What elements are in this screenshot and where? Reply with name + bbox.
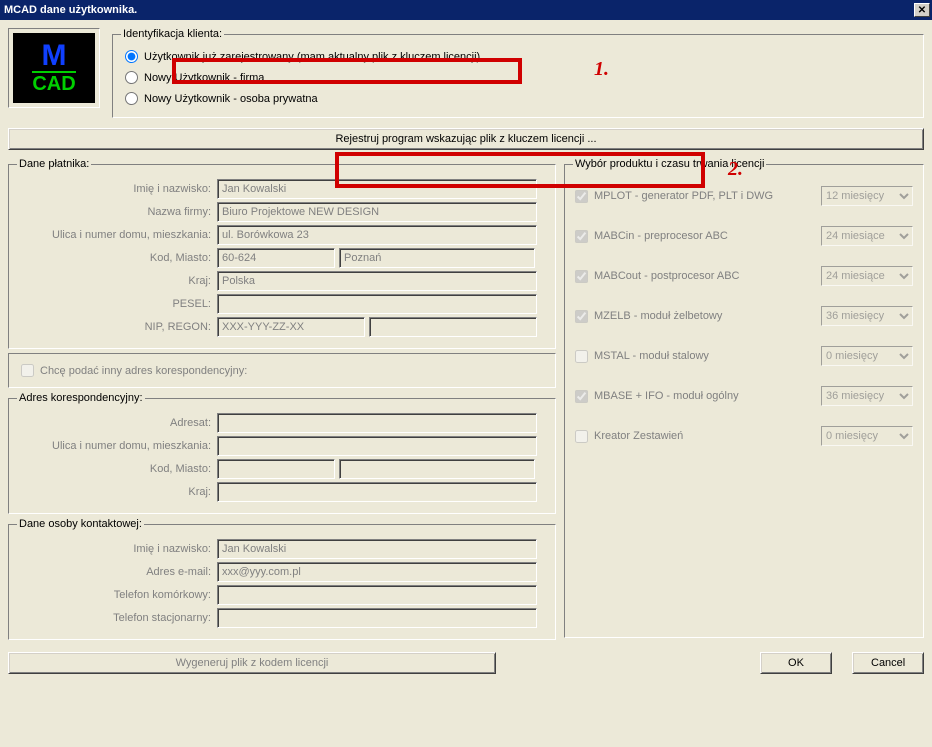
addr-adresat-label: Adresat: xyxy=(17,417,217,429)
payer-kraj-input[interactable] xyxy=(217,271,537,291)
payer-name-label: Imię i nazwisko: xyxy=(17,183,217,195)
product-checkbox[interactable] xyxy=(575,390,588,403)
product-duration-select[interactable]: 24 miesiące xyxy=(821,226,913,246)
payer-regon-input[interactable] xyxy=(369,317,537,337)
logo: M CAD xyxy=(8,28,100,108)
legend-ident: Identyfikacja klienta: xyxy=(121,28,224,40)
product-label: MZELB - moduł żelbetowy xyxy=(594,310,722,322)
payer-street-label: Ulica i numer domu, mieszkania: xyxy=(17,229,217,241)
close-button[interactable]: ✕ xyxy=(914,3,930,17)
cancel-button[interactable]: Cancel xyxy=(852,652,924,674)
chk-other-addr[interactable] xyxy=(21,364,34,377)
addr-miasto-input[interactable] xyxy=(339,459,535,479)
fieldset-products: Wybór produktu i czasu trwania licencji … xyxy=(564,158,924,638)
addr-street-label: Ulica i numer domu, mieszkania: xyxy=(17,440,217,452)
product-duration-select[interactable]: 12 miesięcy xyxy=(821,186,913,206)
titlebar: MCAD dane użytkownika. ✕ xyxy=(0,0,932,20)
payer-company-input[interactable] xyxy=(217,202,537,222)
product-checkbox[interactable] xyxy=(575,270,588,283)
addr-adresat-input[interactable] xyxy=(217,413,537,433)
payer-kraj-label: Kraj: xyxy=(17,275,217,287)
addr-street-input[interactable] xyxy=(217,436,537,456)
product-row: MSTAL - moduł stalowy 0 miesięcy xyxy=(573,336,915,376)
chk-other-addr-label: Chcę podać inny adres korespondencyjny: xyxy=(40,365,247,377)
logo-m: M xyxy=(42,42,67,69)
addr-kod-input[interactable] xyxy=(217,459,335,479)
generate-button[interactable]: Wygeneruj plik z kodem licencji xyxy=(8,652,496,674)
legend-payer: Dane płatnika: xyxy=(17,158,91,170)
radio-firm-row[interactable]: Nowy Użytkownik - firma xyxy=(121,67,915,88)
product-duration-select[interactable]: 36 miesięcy xyxy=(821,306,913,326)
fieldset-contact: Dane osoby kontaktowej: Imię i nazwisko:… xyxy=(8,518,556,640)
product-duration-select[interactable]: 24 miesiące xyxy=(821,266,913,286)
radio-registered[interactable] xyxy=(125,50,138,63)
product-label: MABCout - postprocesor ABC xyxy=(594,270,740,282)
product-row: Kreator Zestawień 0 miesięcy xyxy=(573,416,915,456)
product-duration-select[interactable]: 36 miesięcy xyxy=(821,386,913,406)
product-label: MPLOT - generator PDF, PLT i DWG xyxy=(594,190,773,202)
product-checkbox[interactable] xyxy=(575,430,588,443)
payer-kod-input[interactable] xyxy=(217,248,335,268)
window-title: MCAD dane użytkownika. xyxy=(4,4,137,16)
ok-button[interactable]: OK xyxy=(760,652,832,674)
contact-email-input[interactable] xyxy=(217,562,537,582)
radio-registered-row[interactable]: Użytkownik już zarejestrowany (mam aktua… xyxy=(121,46,915,67)
contact-mobile-label: Telefon komórkowy: xyxy=(17,589,217,601)
contact-phone-label: Telefon stacjonarny: xyxy=(17,612,217,624)
contact-email-label: Adres e-mail: xyxy=(17,566,217,578)
addr-kodmiasto-label: Kod, Miasto: xyxy=(17,463,217,475)
radio-priv-row[interactable]: Nowy Użytkownik - osoba prywatna xyxy=(121,88,915,109)
payer-pesel-input[interactable] xyxy=(217,294,537,314)
annotation-label-2: 2. xyxy=(728,158,743,181)
product-checkbox[interactable] xyxy=(575,310,588,323)
radio-priv[interactable] xyxy=(125,92,138,105)
close-icon: ✕ xyxy=(918,5,926,16)
product-row: MBASE + IFO - moduł ogólny 36 miesięcy xyxy=(573,376,915,416)
fieldset-other-addr-toggle: Chcę podać inny adres korespondencyjny: xyxy=(8,353,556,388)
fieldset-addr: Adres korespondencyjny: Adresat: Ulica i… xyxy=(8,392,556,514)
product-row: MZELB - moduł żelbetowy 36 miesięcy xyxy=(573,296,915,336)
payer-pesel-label: PESEL: xyxy=(17,298,217,310)
contact-phone-input[interactable] xyxy=(217,608,537,628)
payer-nip-input[interactable] xyxy=(217,317,365,337)
radio-registered-label: Użytkownik już zarejestrowany (mam aktua… xyxy=(144,51,480,63)
product-label: MABCin - preprocesor ABC xyxy=(594,230,728,242)
addr-kraj-label: Kraj: xyxy=(17,486,217,498)
fieldset-payer: Dane płatnika: Imię i nazwisko: Nazwa fi… xyxy=(8,158,556,349)
contact-mobile-input[interactable] xyxy=(217,585,537,605)
product-label: MBASE + IFO - moduł ogólny xyxy=(594,390,739,402)
product-checkbox[interactable] xyxy=(575,190,588,203)
product-checkbox[interactable] xyxy=(575,350,588,363)
annotation-label-1: 1. xyxy=(594,58,609,81)
payer-miasto-input[interactable] xyxy=(339,248,535,268)
payer-nip-label: NIP, REGON: xyxy=(17,321,217,333)
payer-street-input[interactable] xyxy=(217,225,537,245)
product-checkbox[interactable] xyxy=(575,230,588,243)
product-row: MABCin - preprocesor ABC 24 miesiące xyxy=(573,216,915,256)
addr-kraj-input[interactable] xyxy=(217,482,537,502)
contact-name-label: Imię i nazwisko: xyxy=(17,543,217,555)
payer-kodmiasto-label: Kod, Miasto: xyxy=(17,252,217,264)
radio-firm-label: Nowy Użytkownik - firma xyxy=(144,72,264,84)
logo-cad: CAD xyxy=(32,71,75,94)
legend-contact: Dane osoby kontaktowej: xyxy=(17,518,144,530)
product-duration-select[interactable]: 0 miesięcy xyxy=(821,346,913,366)
product-label: Kreator Zestawień xyxy=(594,430,683,442)
legend-addr: Adres korespondencyjny: xyxy=(17,392,145,404)
radio-priv-label: Nowy Użytkownik - osoba prywatna xyxy=(144,93,318,105)
register-button[interactable]: Rejestruj program wskazując plik z klucz… xyxy=(8,128,924,150)
radio-firm[interactable] xyxy=(125,71,138,84)
product-label: MSTAL - moduł stalowy xyxy=(594,350,709,362)
payer-name-input[interactable] xyxy=(217,179,537,199)
product-row: MPLOT - generator PDF, PLT i DWG 12 miesi… xyxy=(573,176,915,216)
product-duration-select[interactable]: 0 miesięcy xyxy=(821,426,913,446)
product-row: MABCout - postprocesor ABC 24 miesiące xyxy=(573,256,915,296)
fieldset-ident: Identyfikacja klienta: Użytkownik już za… xyxy=(112,28,924,118)
contact-name-input[interactable] xyxy=(217,539,537,559)
payer-company-label: Nazwa firmy: xyxy=(17,206,217,218)
